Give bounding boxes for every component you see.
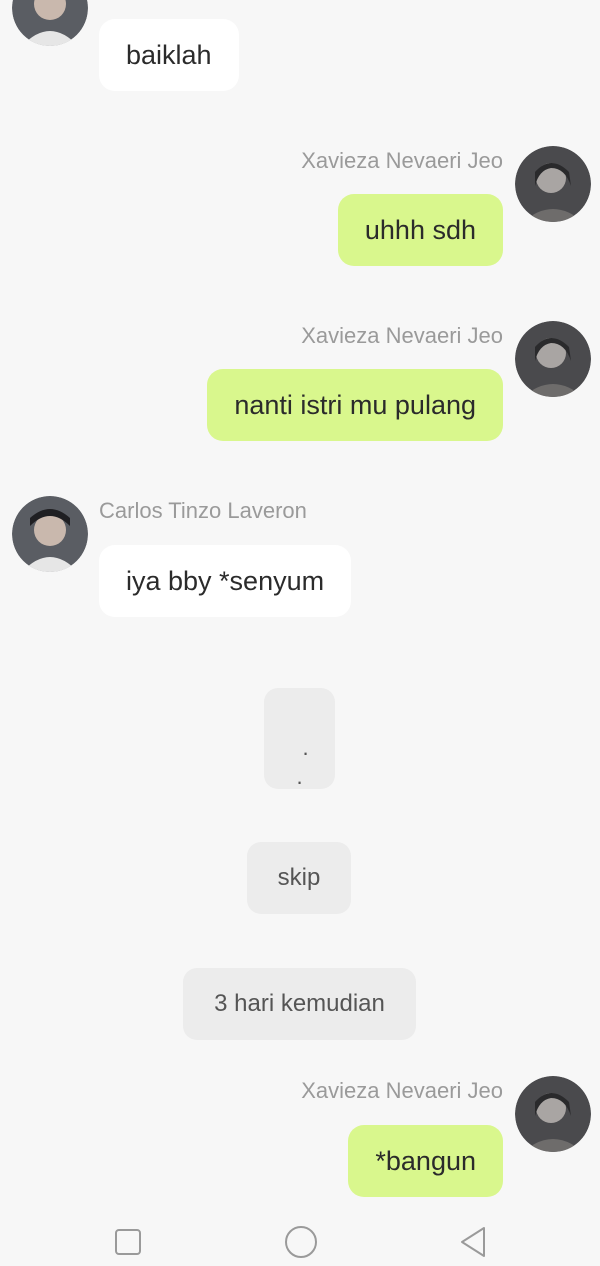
sender-name: Xavieza Nevaeri Jeo	[301, 323, 503, 348]
back-button[interactable]	[443, 1218, 503, 1266]
message-text: *bangun	[375, 1146, 476, 1176]
system-dots-text: . .	[296, 735, 309, 789]
skip-bubble: skip	[247, 842, 351, 914]
home-button[interactable]	[271, 1218, 331, 1266]
xavieza-avatar[interactable]	[515, 321, 591, 397]
carlos-avatar[interactable]	[12, 496, 88, 572]
message-text: baiklah	[126, 40, 212, 70]
recent-apps-icon	[115, 1229, 141, 1255]
message-text: iya bby *senyum	[126, 566, 325, 596]
message-bubble[interactable]: *bangun	[348, 1125, 503, 1197]
system-navigation-bar	[0, 1218, 600, 1266]
message-text: nanti istri mu pulang	[234, 390, 476, 420]
back-icon	[461, 1227, 485, 1257]
time-note-text: 3 hari kemudian	[214, 990, 385, 1017]
message-bubble[interactable]: baiklah	[99, 19, 239, 91]
xavieza-avatar[interactable]	[515, 146, 591, 222]
time-note-bubble: 3 hari kemudian	[183, 968, 416, 1040]
message-bubble[interactable]: iya bby *senyum	[99, 545, 352, 617]
message-text: uhhh sdh	[364, 215, 476, 245]
carlos-avatar[interactable]	[12, 0, 88, 46]
sender-name: Xavieza Nevaeri Jeo	[301, 1078, 503, 1103]
xavieza-avatar[interactable]	[515, 1076, 591, 1152]
message-bubble[interactable]: uhhh sdh	[337, 194, 503, 266]
skip-text: skip	[277, 864, 321, 891]
sender-name: Carlos Tinzo Laveron	[99, 498, 307, 523]
system-dots-bubble: . .	[264, 688, 335, 789]
message-bubble[interactable]: nanti istri mu pulang	[207, 369, 503, 441]
sender-name: Xavieza Nevaeri Jeo	[301, 148, 503, 173]
home-icon	[285, 1226, 317, 1258]
recent-apps-button[interactable]	[98, 1218, 158, 1266]
